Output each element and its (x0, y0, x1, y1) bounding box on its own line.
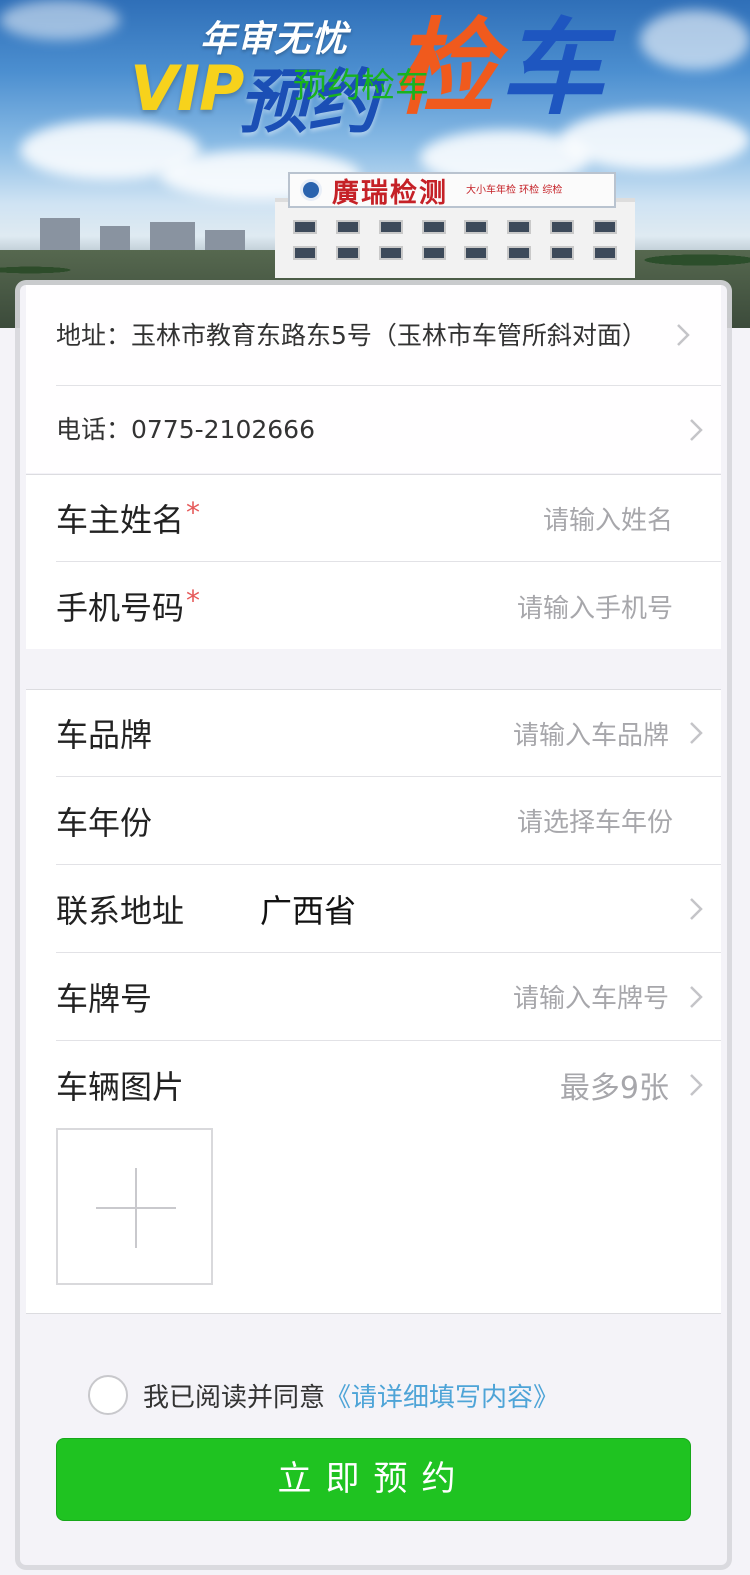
contact-address-label: 联系地址 (56, 891, 185, 930)
station-address: 地址：玉林市教育东路东5号（玉林市车管所斜对面） (56, 320, 647, 350)
hero-banner: 廣瑞检测 大小车年检 环检 综检 年审无忧 VIP 预约 检 车 预约检车 (0, 0, 750, 328)
car-brand-row[interactable]: 车品牌 请输入车品牌 (56, 690, 721, 777)
vehicle-photo-row[interactable]: 车辆图片 最多9张 (56, 1041, 721, 1129)
station-sign: 廣瑞检测 大小车年检 环检 综检 (288, 172, 616, 209)
station-sign-side-text: 大小车年检 环检 综检 (466, 184, 563, 196)
book-now-button[interactable]: 立即预约 (56, 1438, 691, 1521)
booking-form-card: 地址：玉林市教育东路东5号（玉林市车管所斜对面） 电话：0775-2102666… (20, 285, 727, 1565)
agreement-link[interactable]: 《请详细填写内容》 (325, 1377, 559, 1414)
chevron-right-icon (679, 897, 713, 921)
vehicle-info-group: 车品牌 请输入车品牌 车年份 请选择车年份 联系地址 广西省 车牌号 请输入车牌… (26, 689, 721, 1314)
car-brand-label: 车品牌 (56, 716, 153, 754)
agreement-row: 我已阅读并同意 《请详细填写内容》 (88, 1375, 559, 1415)
required-mark: * (186, 495, 201, 529)
station-sign-text: 廣瑞检测 (332, 177, 448, 209)
station-info-group: 地址：玉林市教育东路东5号（玉林市车管所斜对面） 电话：0775-2102666 (26, 285, 721, 473)
station-logo-icon (300, 179, 322, 201)
license-plate-row[interactable]: 车牌号 请输入车牌号 (56, 953, 721, 1041)
contact-address-row[interactable]: 联系地址 广西省 (56, 865, 721, 953)
banner-vip-text: VIP (130, 52, 244, 125)
license-plate-input[interactable]: 请输入车牌号 (513, 978, 669, 1015)
contact-address-value[interactable]: 广西省 (260, 886, 356, 932)
owner-phone-label: 手机号码 (56, 589, 185, 627)
station-phone: 电话：0775-2102666 (56, 415, 315, 444)
owner-name-label: 车主姓名 (56, 501, 185, 539)
agreement-text: 我已阅读并同意 (143, 1382, 326, 1413)
vehicle-photo-label: 车辆图片 (56, 1068, 185, 1106)
car-year-row[interactable]: 车年份 请选择车年份 (56, 777, 721, 865)
required-mark: * (186, 583, 201, 617)
chevron-right-icon (679, 1073, 713, 1097)
chevron-right-icon (679, 418, 713, 442)
chevron-right-icon (679, 985, 713, 1009)
owner-phone-input[interactable]: 请输入手机号 (517, 588, 673, 625)
car-year-select[interactable]: 请选择车年份 (517, 802, 673, 839)
owner-name-row[interactable]: 车主姓名 * 请输入姓名 (56, 475, 721, 562)
vehicle-photo-hint: 最多9张 (559, 1071, 669, 1106)
chevron-right-icon (679, 721, 713, 745)
car-brand-input[interactable]: 请输入车品牌 (513, 715, 669, 752)
phone-row[interactable]: 电话：0775-2102666 (26, 386, 721, 473)
chevron-right-icon (666, 323, 700, 347)
license-plate-label: 车牌号 (56, 979, 153, 1018)
car-year-label: 车年份 (56, 803, 153, 842)
agreement-checkbox[interactable] (88, 1375, 128, 1415)
owner-phone-row[interactable]: 手机号码 * 请输入手机号 (56, 562, 721, 650)
photo-upload-area (26, 1128, 721, 1288)
owner-name-input[interactable]: 请输入姓名 (543, 500, 673, 537)
address-row[interactable]: 地址：玉林市教育东路东5号（玉林市车管所斜对面） (56, 285, 721, 386)
banner-overlay-title: 预约检车 (293, 66, 429, 106)
banner-car-char: 车 (500, 7, 605, 129)
add-photo-button[interactable] (56, 1128, 213, 1285)
owner-info-group: 车主姓名 * 请输入姓名 手机号码 * 请输入手机号 (26, 474, 721, 649)
station-building (275, 198, 635, 278)
